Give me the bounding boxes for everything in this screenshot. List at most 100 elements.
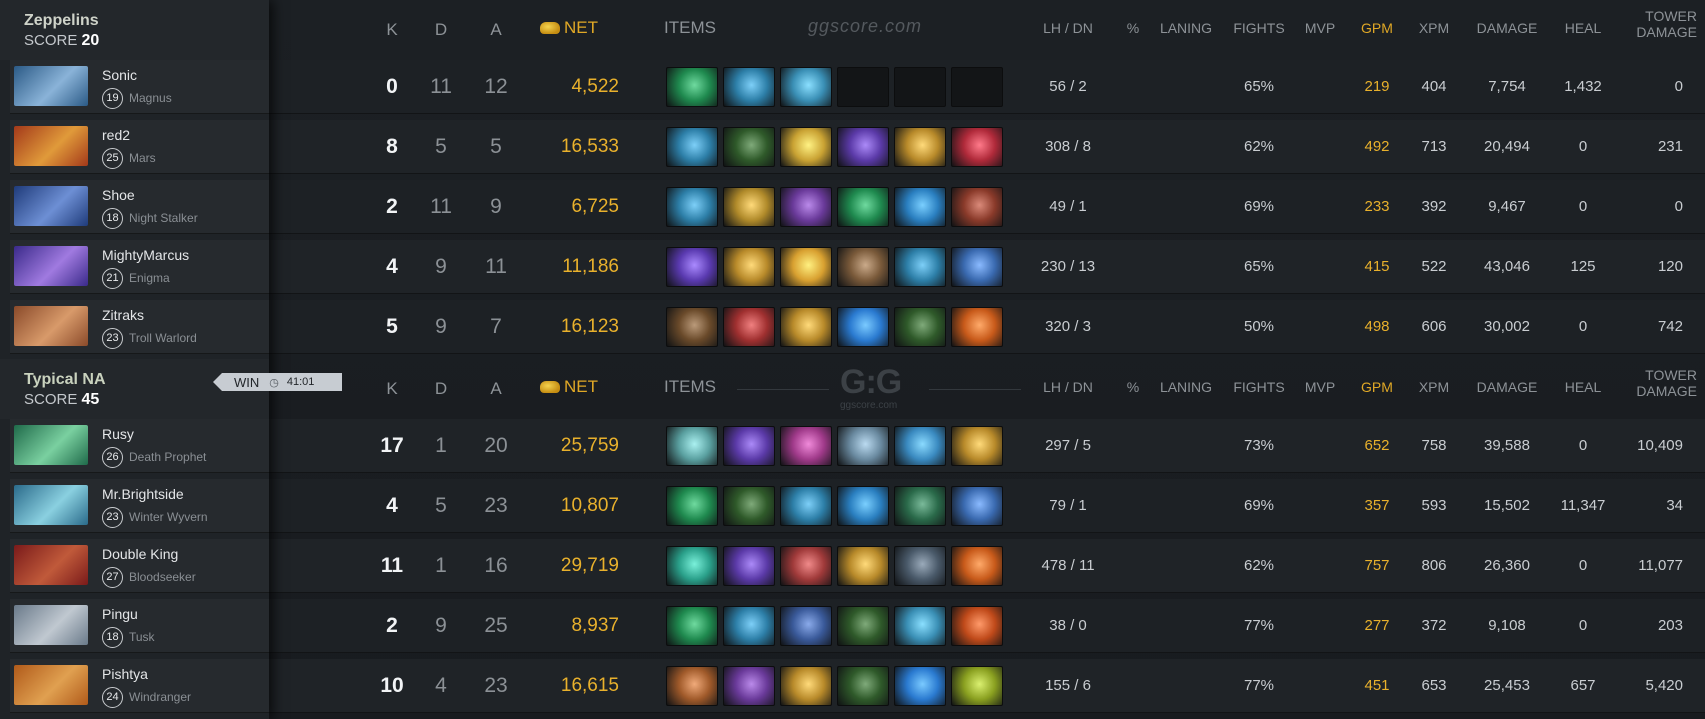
stats-row[interactable]: 11 1 16 478 / 11 62% 757 806 26,360 0 29,719 11,07… — [269, 539, 1705, 593]
header-net[interactable]: NET — [540, 377, 598, 397]
item-slot[interactable] — [780, 247, 832, 287]
item-slot[interactable] — [837, 426, 889, 466]
item-slot[interactable] — [894, 67, 946, 107]
player-row[interactable]: Rusy 26 Death Prophet — [10, 419, 269, 473]
item-slot[interactable] — [723, 67, 775, 107]
item-slot[interactable] — [894, 426, 946, 466]
item-slot[interactable] — [951, 546, 1003, 586]
player-name[interactable]: Rusy — [102, 426, 134, 442]
item-slot[interactable] — [894, 666, 946, 706]
hero-portrait[interactable] — [14, 186, 88, 226]
item-slot[interactable] — [894, 606, 946, 646]
player-name[interactable]: Pishtya — [102, 666, 148, 682]
hero-portrait[interactable] — [14, 306, 88, 346]
player-row[interactable]: red2 25 Mars — [10, 120, 269, 174]
item-slot[interactable] — [780, 67, 832, 107]
stats-row[interactable]: 4 9 11 230 / 13 65% 415 522 43,046 125 11,186 120 — [269, 240, 1705, 294]
item-slot[interactable] — [723, 426, 775, 466]
item-slot[interactable] — [780, 606, 832, 646]
player-name[interactable]: Pingu — [102, 606, 138, 622]
item-slot[interactable] — [837, 486, 889, 526]
item-slot[interactable] — [951, 67, 1003, 107]
item-slot[interactable] — [666, 546, 718, 586]
item-slot[interactable] — [666, 187, 718, 227]
item-slot[interactable] — [780, 546, 832, 586]
player-row[interactable]: Zitraks 23 Troll Warlord — [10, 300, 269, 354]
item-slot[interactable] — [894, 247, 946, 287]
item-slot[interactable] — [666, 247, 718, 287]
item-slot[interactable] — [894, 486, 946, 526]
item-slot[interactable] — [723, 606, 775, 646]
header-a[interactable]: A — [436, 20, 556, 40]
item-slot[interactable] — [666, 486, 718, 526]
item-slot[interactable] — [723, 247, 775, 287]
item-slot[interactable] — [723, 307, 775, 347]
stats-row[interactable]: 8 5 5 308 / 8 62% 492 713 20,494 0 16,533 231 — [269, 120, 1705, 174]
header-net[interactable]: NET — [540, 18, 598, 38]
item-slot[interactable] — [780, 127, 832, 167]
player-name[interactable]: MightyMarcus — [102, 247, 189, 263]
player-name[interactable]: Double King — [102, 546, 178, 562]
hero-portrait[interactable] — [14, 545, 88, 585]
item-slot[interactable] — [837, 606, 889, 646]
header-items[interactable]: ITEMS — [664, 18, 716, 38]
item-slot[interactable] — [780, 187, 832, 227]
player-row[interactable]: Pishtya 24 Windranger — [10, 659, 269, 713]
stats-row[interactable]: 17 1 20 297 / 5 73% 652 758 39,588 0 25,759 10,409 — [269, 419, 1705, 473]
hero-portrait[interactable] — [14, 605, 88, 645]
item-slot[interactable] — [894, 127, 946, 167]
player-name[interactable]: Mr.Brightside — [102, 486, 184, 502]
header-heal[interactable]: HEAL — [1523, 20, 1643, 36]
item-slot[interactable] — [666, 426, 718, 466]
header-items[interactable]: ITEMS — [664, 377, 716, 397]
item-slot[interactable] — [723, 546, 775, 586]
item-slot[interactable] — [951, 127, 1003, 167]
item-slot[interactable] — [951, 486, 1003, 526]
item-slot[interactable] — [837, 546, 889, 586]
player-row[interactable]: Double King 27 Bloodseeker — [10, 539, 269, 593]
item-slot[interactable] — [666, 307, 718, 347]
item-slot[interactable] — [723, 666, 775, 706]
item-slot[interactable] — [894, 307, 946, 347]
item-slot[interactable] — [666, 127, 718, 167]
item-slot[interactable] — [837, 666, 889, 706]
header-a[interactable]: A — [436, 379, 556, 399]
item-slot[interactable] — [780, 486, 832, 526]
player-row[interactable]: Mr.Brightside 23 Winter Wyvern — [10, 479, 269, 533]
item-slot[interactable] — [666, 606, 718, 646]
player-name[interactable]: red2 — [102, 127, 130, 143]
item-slot[interactable] — [780, 426, 832, 466]
stats-row[interactable]: 2 11 9 49 / 1 69% 233 392 9,467 0 6,725 0 — [269, 180, 1705, 234]
hero-portrait[interactable] — [14, 485, 88, 525]
item-slot[interactable] — [666, 666, 718, 706]
item-slot[interactable] — [723, 127, 775, 167]
hero-portrait[interactable] — [14, 126, 88, 166]
item-slot[interactable] — [837, 127, 889, 167]
player-name[interactable]: Shoe — [102, 187, 135, 203]
item-slot[interactable] — [894, 546, 946, 586]
stats-row[interactable]: 10 4 23 155 / 6 77% 451 653 25,453 657 16,615 5,42… — [269, 659, 1705, 713]
player-name[interactable]: Sonic — [102, 67, 137, 83]
player-row[interactable]: Shoe 18 Night Stalker — [10, 180, 269, 234]
item-slot[interactable] — [951, 307, 1003, 347]
item-slot[interactable] — [837, 187, 889, 227]
item-slot[interactable] — [951, 187, 1003, 227]
item-slot[interactable] — [780, 307, 832, 347]
header-tower-damage[interactable]: TOWER — [1645, 8, 1697, 24]
stats-row[interactable]: 5 9 7 320 / 3 50% 498 606 30,002 0 16,123 742 — [269, 300, 1705, 354]
hero-portrait[interactable] — [14, 66, 88, 106]
item-slot[interactable] — [723, 187, 775, 227]
item-slot[interactable] — [951, 426, 1003, 466]
item-slot[interactable] — [780, 666, 832, 706]
header-heal[interactable]: HEAL — [1523, 379, 1643, 395]
stats-row[interactable]: 4 5 23 79 / 1 69% 357 593 15,502 11,347 10,807 34 — [269, 479, 1705, 533]
item-slot[interactable] — [951, 606, 1003, 646]
hero-portrait[interactable] — [14, 425, 88, 465]
player-row[interactable]: MightyMarcus 21 Enigma — [10, 240, 269, 294]
item-slot[interactable] — [666, 67, 718, 107]
stats-row[interactable]: 0 11 12 56 / 2 65% 219 404 7,754 1,432 4,522 0 — [269, 60, 1705, 114]
item-slot[interactable] — [951, 666, 1003, 706]
hero-portrait[interactable] — [14, 665, 88, 705]
player-name[interactable]: Zitraks — [102, 307, 144, 323]
header-tower-damage[interactable]: TOWER — [1645, 367, 1697, 383]
